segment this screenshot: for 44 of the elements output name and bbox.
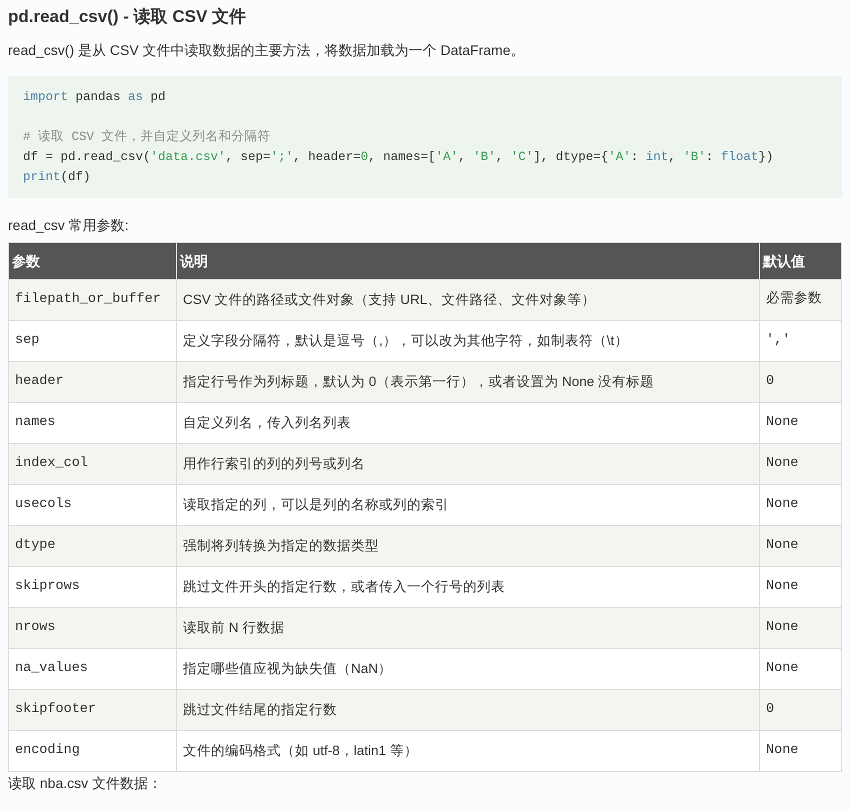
table-cell: index_col <box>8 444 176 484</box>
table-cell: 读取指定的列，可以是列的名称或列的索引 <box>176 484 760 526</box>
table-cell: None <box>760 730 842 772</box>
table-cell: None <box>760 608 842 648</box>
table-cell: usecols <box>8 484 176 526</box>
table-cell: None <box>760 444 842 484</box>
table-cell: 指定行号作为列标题，默认为 0（表示第一行），或者设置为 None 没有标题 <box>176 362 760 402</box>
table-cell: encoding <box>8 730 176 772</box>
table-cell: na_values <box>8 648 176 690</box>
table-cell: nrows <box>8 608 176 648</box>
column-header: 参数 <box>8 242 176 280</box>
table-cell: 0 <box>760 690 842 730</box>
table-cell: skipfooter <box>8 690 176 730</box>
page-title: pd.read_csv() - 读取 CSV 文件 <box>8 6 248 28</box>
table-cell: None <box>760 566 842 608</box>
table-cell: skiprows <box>8 566 176 608</box>
column-header: 说明 <box>176 242 760 280</box>
table-cell: header <box>8 362 176 402</box>
table-cell: 读取前 N 行数据 <box>176 608 760 648</box>
table-cell: 0 <box>760 362 842 402</box>
code-block: import pandas as pd # 读取 CSV 文件，并自定义列名和分隔符 df = pd.read_csv('data.csv', sep=';', header=0, names=['A', 'B', 'C'], dtype={'A': int, 'B': float}) print(df) <box>8 76 842 198</box>
table-cell: sep <box>8 320 176 362</box>
table-cell: None <box>760 402 842 444</box>
table-cell: 定义字段分隔符，默认是逗号（,），可以改为其他字符，如制表符（\t） <box>176 320 760 362</box>
intro-paragraph: read_csv() 是从 CSV 文件中读取数据的主要方法，将数据加载为一个 DataFrame。 <box>8 41 526 60</box>
table-cell: None <box>760 648 842 690</box>
table-cell: 文件的编码格式（如 utf-8，latin1 等） <box>176 730 760 772</box>
column-header: 默认值 <box>760 242 842 280</box>
table-cell: 自定义列名，传入列名列表 <box>176 402 760 444</box>
table-cell: filepath_or_buffer <box>8 280 176 320</box>
table-cell: 跳过文件开头的指定行数，或者传入一个行号的列表 <box>176 566 760 608</box>
table-cell: 跳过文件结尾的指定行数 <box>176 690 760 730</box>
table-cell: names <box>8 402 176 444</box>
table-caption: read_csv 常用参数: <box>8 216 130 234</box>
table-cell: 强制将列转换为指定的数据类型 <box>176 526 760 566</box>
table-cell: None <box>760 526 842 566</box>
table-cell: None <box>760 484 842 526</box>
table-cell: CSV 文件的路径或文件对象（支持 URL、文件路径、文件对象等） <box>176 280 760 320</box>
section-text: 读取 nba.csv 文件数据： <box>8 774 164 792</box>
table-cell: ',' <box>760 320 842 362</box>
table-cell: dtype <box>8 526 176 566</box>
table-cell: 用作行索引的列的列号或列名 <box>176 444 760 484</box>
table-cell: 指定哪些值应视为缺失值（NaN） <box>176 648 760 690</box>
table-cell: 必需参数 <box>760 280 842 320</box>
